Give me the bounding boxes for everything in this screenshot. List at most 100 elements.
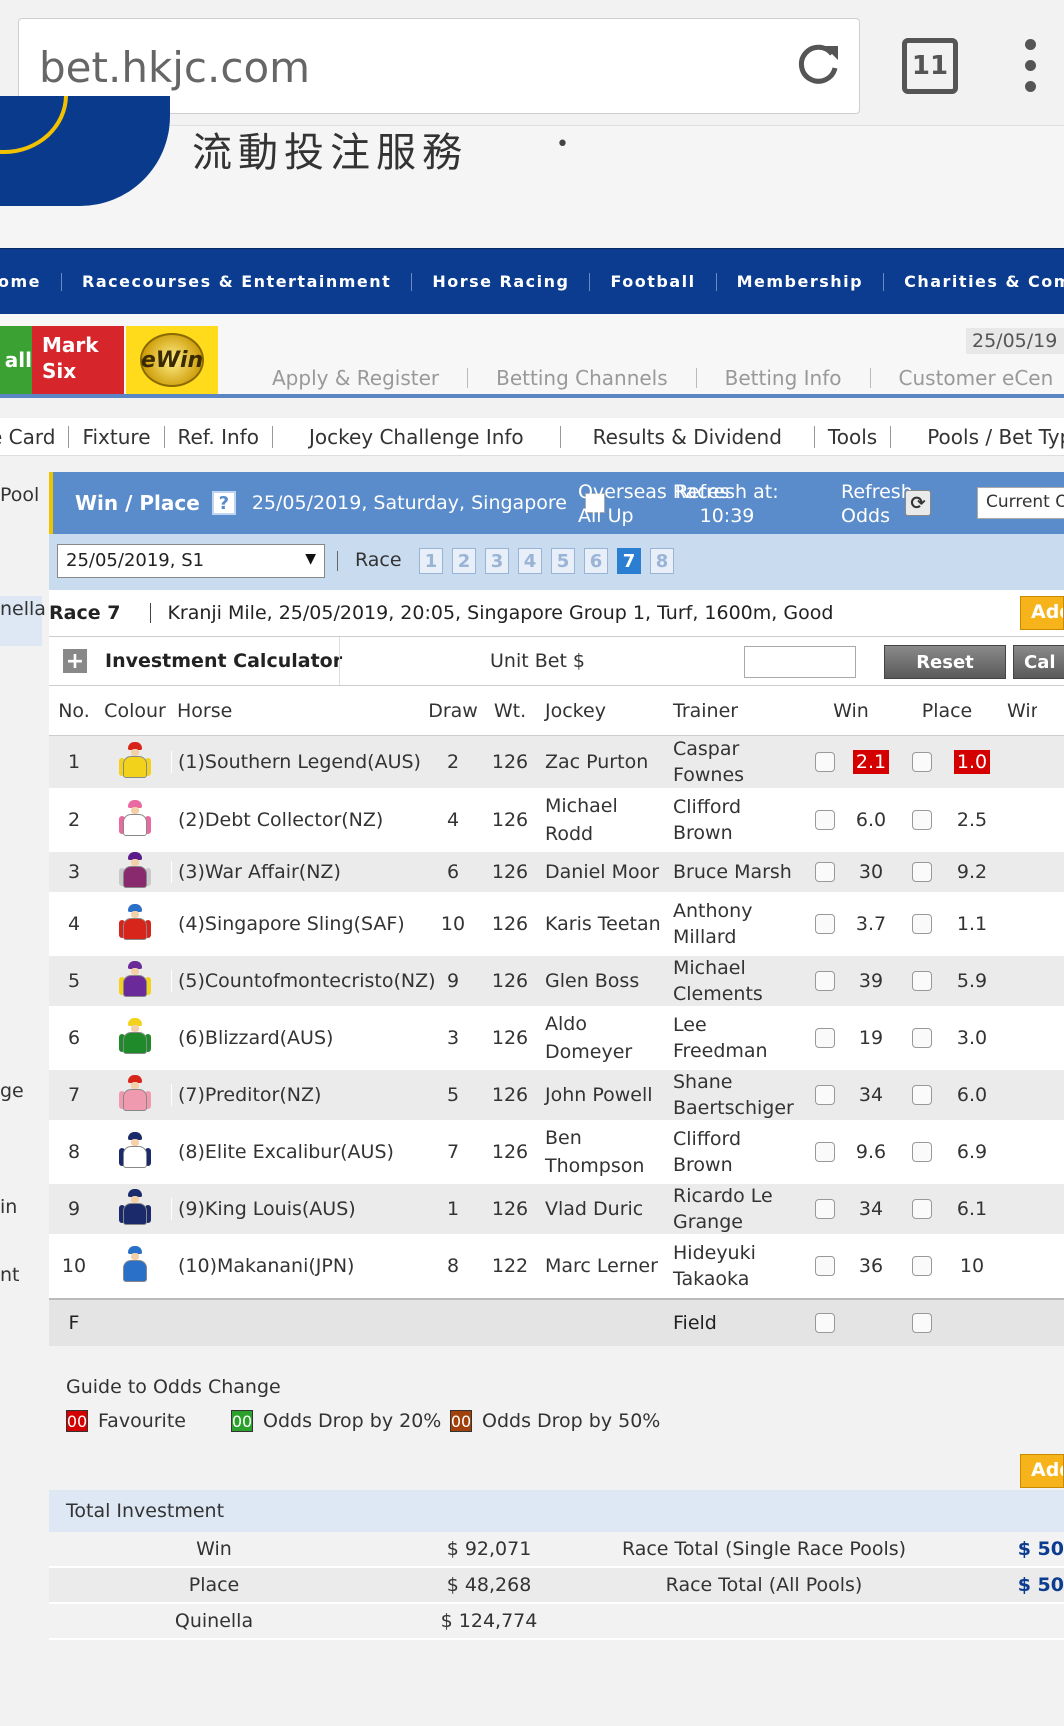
- main-nav-horse-racing[interactable]: Horse Racing: [412, 272, 591, 291]
- racing-nav-results[interactable]: Results & Dividend: [561, 425, 815, 448]
- place-checkbox[interactable]: [897, 1256, 947, 1276]
- place-checkbox[interactable]: [897, 1199, 947, 1219]
- reset-button[interactable]: Reset: [884, 645, 1006, 679]
- win-checkbox[interactable]: [805, 1199, 845, 1219]
- place-checkbox[interactable]: [897, 1028, 947, 1048]
- place-checkbox[interactable]: [897, 752, 947, 772]
- jockey-name[interactable]: Vlad Duric: [537, 1195, 669, 1223]
- win-checkbox[interactable]: [805, 1028, 845, 1048]
- field-win-checkbox[interactable]: [805, 1313, 845, 1333]
- main-nav-racecourses[interactable]: Racecourses & Entertainment: [62, 272, 413, 291]
- win-checkbox[interactable]: [805, 971, 845, 991]
- trainer-name[interactable]: Clifford Brown: [669, 1126, 805, 1178]
- race-button-4[interactable]: 4: [518, 548, 542, 574]
- sub-nav-customer[interactable]: Customer eCen: [871, 368, 1064, 388]
- jockey-name[interactable]: John Powell: [537, 1081, 669, 1109]
- sub-nav-betting-info[interactable]: Betting Info: [697, 368, 871, 388]
- horse-name[interactable]: (4)Singapore Sling(SAF): [171, 913, 423, 935]
- jockey-name[interactable]: Ben Thompson: [537, 1124, 669, 1180]
- calculate-button[interactable]: Cal: [1013, 645, 1064, 679]
- race-button-3[interactable]: 3: [485, 548, 509, 574]
- horse-name[interactable]: (1)Southern Legend(AUS): [171, 751, 423, 773]
- unit-bet-input[interactable]: [744, 646, 856, 678]
- expand-plus-icon[interactable]: +: [63, 649, 87, 674]
- race-button-7[interactable]: 7: [617, 548, 641, 574]
- trainer-name[interactable]: Caspar Fownes: [669, 736, 805, 788]
- racing-nav-pools[interactable]: Pools / Bet Types: [891, 426, 1064, 448]
- sub-nav-channels[interactable]: Betting Channels: [468, 368, 697, 388]
- win-checkbox[interactable]: [805, 752, 845, 772]
- race-button-2[interactable]: 2: [452, 548, 476, 574]
- overflow-menu-icon[interactable]: [1018, 36, 1042, 100]
- football-logo[interactable]: all: [0, 326, 32, 394]
- reload-icon[interactable]: [794, 40, 842, 88]
- horse-name[interactable]: (9)King Louis(AUS): [171, 1198, 423, 1220]
- place-checkbox[interactable]: [897, 862, 947, 882]
- horse-name[interactable]: (8)Elite Excalibur(AUS): [171, 1141, 423, 1163]
- main-nav-membership[interactable]: Membership: [717, 272, 885, 291]
- tab-switcher-icon[interactable]: 11: [902, 38, 958, 94]
- jockey-name[interactable]: Aldo Domeyer: [537, 1010, 669, 1066]
- trainer-name[interactable]: Ricardo Le Grange: [669, 1183, 805, 1235]
- place-checkbox[interactable]: [897, 1085, 947, 1105]
- racing-nav-jockey-challenge[interactable]: Jockey Challenge Info: [273, 425, 561, 448]
- jockey-name[interactable]: Marc Lerner: [537, 1252, 669, 1280]
- trainer-name[interactable]: Anthony Millard: [669, 898, 805, 950]
- racing-nav-ref-info[interactable]: Ref. Info: [165, 425, 273, 448]
- sidebar-item-pool[interactable]: Pool: [0, 484, 39, 506]
- horse-name[interactable]: (3)War Affair(NZ): [171, 861, 423, 883]
- win-checkbox[interactable]: [805, 1142, 845, 1162]
- racing-nav-tools[interactable]: Tools: [815, 425, 892, 448]
- racing-nav-fixture[interactable]: Fixture: [69, 425, 165, 448]
- jockey-name[interactable]: Michael Rodd: [537, 792, 669, 848]
- trainer-name[interactable]: Lee Freedman: [669, 1012, 805, 1064]
- win-checkbox[interactable]: [805, 1256, 845, 1276]
- jockey-name[interactable]: Glen Boss: [537, 967, 669, 995]
- ewin-logo[interactable]: eWin: [126, 326, 218, 394]
- race-button-6[interactable]: 6: [584, 548, 608, 574]
- place-checkbox[interactable]: [897, 810, 947, 830]
- trainer-name[interactable]: Shane Baertschiger: [669, 1069, 805, 1121]
- jockey-name[interactable]: Karis Teetan: [537, 910, 669, 938]
- horse-name[interactable]: (6)Blizzard(AUS): [171, 1027, 423, 1049]
- meeting-select[interactable]: 25/05/2019, S1: [57, 544, 325, 578]
- sidebar-item-nt[interactable]: nt: [0, 1264, 20, 1286]
- trainer-name[interactable]: Clifford Brown: [669, 794, 805, 846]
- sidebar-item-in[interactable]: in: [0, 1196, 17, 1218]
- field-place-checkbox[interactable]: [897, 1313, 947, 1333]
- horse-name[interactable]: (10)Makanani(JPN): [171, 1255, 423, 1277]
- add-to-slip-button-bottom[interactable]: Add: [1020, 1454, 1064, 1488]
- race-button-8[interactable]: 8: [650, 548, 674, 574]
- place-checkbox[interactable]: [897, 1142, 947, 1162]
- main-nav-football[interactable]: Football: [590, 272, 717, 291]
- horse-name[interactable]: (5)Countofmontecristo(NZ): [171, 970, 436, 992]
- win-checkbox[interactable]: [805, 810, 845, 830]
- mark-six-logo[interactable]: Mark Six: [32, 326, 124, 394]
- sidebar-item-quinella[interactable]: nella: [0, 598, 46, 620]
- place-checkbox[interactable]: [897, 914, 947, 934]
- racing-nav-race-card[interactable]: e Card: [0, 425, 70, 448]
- trainer-name[interactable]: Michael Clements: [669, 955, 805, 1007]
- jockey-name[interactable]: Zac Purton: [537, 748, 669, 776]
- sidebar-item-ge[interactable]: ge: [0, 1080, 24, 1102]
- place-checkbox[interactable]: [897, 971, 947, 991]
- refresh-odds-link[interactable]: Refresh Odds: [841, 480, 913, 528]
- trainer-name[interactable]: Hideyuki Takaoka: [669, 1240, 805, 1292]
- refresh-icon[interactable]: ⟳: [905, 490, 931, 516]
- sub-nav-apply[interactable]: Apply & Register: [244, 368, 469, 388]
- race-button-5[interactable]: 5: [551, 548, 575, 574]
- hkjc-logo[interactable]: [0, 96, 170, 206]
- horse-name[interactable]: (7)Preditor(NZ): [171, 1084, 423, 1106]
- add-to-slip-button[interactable]: Add: [1020, 596, 1064, 630]
- odds-view-select[interactable]: Current O: [977, 487, 1064, 519]
- main-nav-home[interactable]: ome: [0, 272, 63, 291]
- win-checkbox[interactable]: [805, 914, 845, 934]
- win-checkbox[interactable]: [805, 1085, 845, 1105]
- horse-name[interactable]: (2)Debt Collector(NZ): [171, 809, 423, 831]
- race-button-1[interactable]: 1: [419, 548, 443, 574]
- main-nav-charities[interactable]: Charities & Community: [884, 272, 1064, 291]
- win-checkbox[interactable]: [805, 862, 845, 882]
- jockey-name[interactable]: Daniel Moor: [537, 858, 669, 886]
- trainer-name[interactable]: Bruce Marsh: [669, 859, 805, 885]
- help-icon[interactable]: ?: [211, 491, 236, 515]
